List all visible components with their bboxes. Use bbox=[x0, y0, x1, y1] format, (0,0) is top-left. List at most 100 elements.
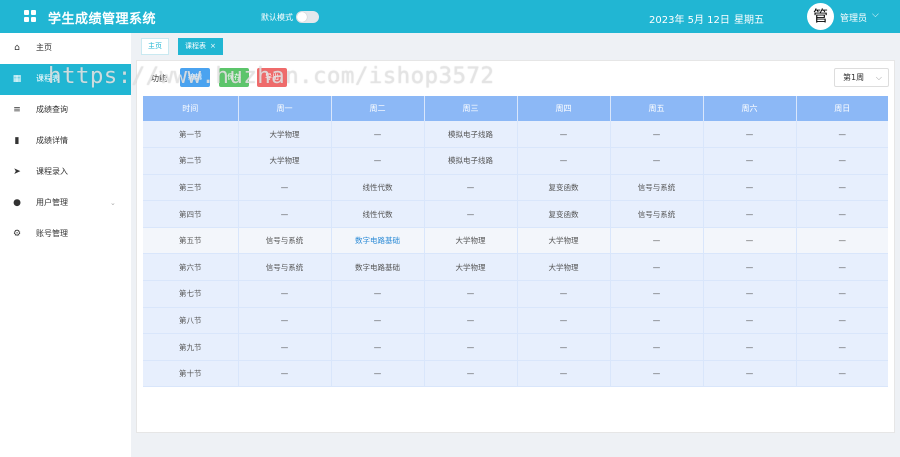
table-cell[interactable]: — bbox=[331, 121, 425, 149]
table-cell[interactable]: — bbox=[517, 147, 611, 175]
table-cell[interactable]: — bbox=[703, 307, 797, 335]
table-cell[interactable]: — bbox=[238, 200, 332, 228]
tab-timetable[interactable]: 课程表 × bbox=[178, 38, 223, 55]
table-cell[interactable]: — bbox=[703, 253, 797, 282]
table-cell[interactable]: — bbox=[703, 280, 797, 308]
table-cell[interactable]: — bbox=[238, 307, 332, 335]
table-cell[interactable]: — bbox=[796, 147, 888, 175]
table-cell[interactable]: — bbox=[424, 200, 518, 228]
close-icon[interactable]: × bbox=[210, 42, 216, 50]
table-cell[interactable]: 第七节 bbox=[143, 280, 239, 308]
table-cell[interactable]: — bbox=[796, 174, 888, 202]
export-button[interactable]: 导出 bbox=[257, 68, 287, 87]
table-cell[interactable]: — bbox=[610, 147, 704, 175]
table-cell[interactable]: 第二节 bbox=[143, 147, 239, 175]
avatar[interactable]: 管 bbox=[807, 3, 834, 30]
table-cell[interactable]: 模拟电子线路 bbox=[424, 147, 518, 175]
table-cell[interactable]: — bbox=[610, 227, 704, 255]
table-cell[interactable]: — bbox=[424, 307, 518, 335]
table-cell[interactable]: — bbox=[703, 121, 797, 149]
table-cell[interactable]: — bbox=[238, 174, 332, 202]
table-cell[interactable]: — bbox=[424, 360, 518, 388]
table-cell[interactable]: — bbox=[517, 280, 611, 308]
table-cell[interactable]: — bbox=[424, 280, 518, 308]
table-cell[interactable]: — bbox=[331, 280, 425, 308]
sidebar-item-grade-query[interactable]: ≡ 成绩查询 bbox=[0, 95, 131, 126]
table-cell[interactable]: 大学物理 bbox=[517, 253, 611, 282]
table-cell[interactable]: 模拟电子线路 bbox=[424, 121, 518, 149]
table-cell[interactable]: 第一节 bbox=[143, 121, 239, 149]
table-cell[interactable]: — bbox=[610, 280, 704, 308]
table-cell[interactable]: — bbox=[238, 280, 332, 308]
tab-home[interactable]: 主页 bbox=[141, 38, 169, 55]
table-cell[interactable]: 第八节 bbox=[143, 307, 239, 335]
apps-grid-icon[interactable] bbox=[24, 10, 36, 22]
table-cell[interactable]: 线性代数 bbox=[331, 200, 425, 228]
sidebar-item-user-management[interactable]: ● 用户管理 ⌄ bbox=[0, 188, 131, 219]
table-cell[interactable]: 大学物理 bbox=[238, 121, 332, 149]
table-cell[interactable]: — bbox=[331, 360, 425, 388]
sidebar-item-course-entry[interactable]: ➤ 课程录入 bbox=[0, 157, 131, 188]
column-header: 周日 bbox=[796, 96, 888, 121]
table-cell[interactable]: — bbox=[517, 360, 611, 388]
table-cell[interactable]: 大学物理 bbox=[517, 227, 611, 255]
table-cell[interactable]: — bbox=[610, 253, 704, 282]
mode-toggle[interactable] bbox=[296, 11, 319, 23]
table-cell[interactable]: — bbox=[796, 200, 888, 228]
table-cell[interactable]: 数字电路基础 bbox=[331, 253, 425, 282]
table-cell[interactable]: — bbox=[610, 360, 704, 388]
table-cell[interactable]: — bbox=[610, 307, 704, 335]
table-cell[interactable]: — bbox=[703, 174, 797, 202]
sidebar-item-home[interactable]: ⌂ 主页 bbox=[0, 33, 131, 64]
sidebar-item-account-management[interactable]: ⚙ 账号管理 bbox=[0, 219, 131, 250]
table-cell[interactable]: — bbox=[424, 333, 518, 361]
table-cell[interactable]: — bbox=[703, 227, 797, 255]
table-cell[interactable]: — bbox=[796, 280, 888, 308]
week-select[interactable]: 第1周 ⌵ bbox=[834, 68, 889, 87]
table-cell[interactable]: — bbox=[796, 253, 888, 282]
table-cell[interactable]: — bbox=[703, 360, 797, 388]
table-cell[interactable]: 大学物理 bbox=[238, 147, 332, 175]
table-cell[interactable]: 第九节 bbox=[143, 333, 239, 361]
table-cell[interactable]: — bbox=[238, 360, 332, 388]
table-cell[interactable]: 信号与系统 bbox=[238, 227, 332, 255]
sidebar-item-grade-detail[interactable]: ▮ 成绩详情 bbox=[0, 126, 131, 157]
table-cell[interactable]: — bbox=[703, 200, 797, 228]
table-cell[interactable]: — bbox=[610, 121, 704, 149]
sidebar-item-timetable[interactable]: ▦ 课程表 bbox=[0, 64, 131, 95]
table-cell[interactable]: 信号与系统 bbox=[238, 253, 332, 282]
table-cell[interactable]: — bbox=[331, 333, 425, 361]
table-cell[interactable]: 第五节 bbox=[143, 227, 239, 255]
chevron-down-icon[interactable]: ⌵ bbox=[872, 10, 879, 20]
table-cell[interactable]: — bbox=[796, 333, 888, 361]
table-cell[interactable]: 信号与系统 bbox=[610, 200, 704, 228]
table-cell[interactable]: — bbox=[703, 333, 797, 361]
table-cell[interactable]: — bbox=[517, 121, 611, 149]
table-cell[interactable]: — bbox=[610, 333, 704, 361]
table-cell[interactable]: 第六节 bbox=[143, 253, 239, 282]
user-menu-name[interactable]: 管理员 bbox=[840, 11, 867, 24]
table-cell[interactable]: — bbox=[331, 307, 425, 335]
edit-button[interactable]: 编辑 bbox=[180, 68, 210, 87]
table-cell[interactable]: — bbox=[796, 360, 888, 388]
table-cell[interactable]: — bbox=[796, 121, 888, 149]
table-cell[interactable]: 信号与系统 bbox=[610, 174, 704, 202]
table-cell-link[interactable]: 数字电路基础 bbox=[331, 227, 425, 255]
table-cell[interactable]: — bbox=[424, 174, 518, 202]
table-cell[interactable]: — bbox=[796, 307, 888, 335]
table-cell[interactable]: 大学物理 bbox=[424, 227, 518, 255]
table-cell[interactable]: 线性代数 bbox=[331, 174, 425, 202]
table-cell[interactable]: — bbox=[517, 307, 611, 335]
table-cell[interactable]: 大学物理 bbox=[424, 253, 518, 282]
table-cell[interactable]: — bbox=[331, 147, 425, 175]
table-cell[interactable]: 第四节 bbox=[143, 200, 239, 228]
table-cell[interactable]: 第三节 bbox=[143, 174, 239, 202]
table-cell[interactable]: — bbox=[238, 333, 332, 361]
table-cell[interactable]: 复变函数 bbox=[517, 200, 611, 228]
table-cell[interactable]: — bbox=[796, 227, 888, 255]
table-cell[interactable]: 第十节 bbox=[143, 360, 239, 388]
table-cell[interactable]: — bbox=[517, 333, 611, 361]
table-cell[interactable]: — bbox=[703, 147, 797, 175]
save-button[interactable]: 保存 bbox=[219, 68, 249, 87]
table-cell[interactable]: 复变函数 bbox=[517, 174, 611, 202]
